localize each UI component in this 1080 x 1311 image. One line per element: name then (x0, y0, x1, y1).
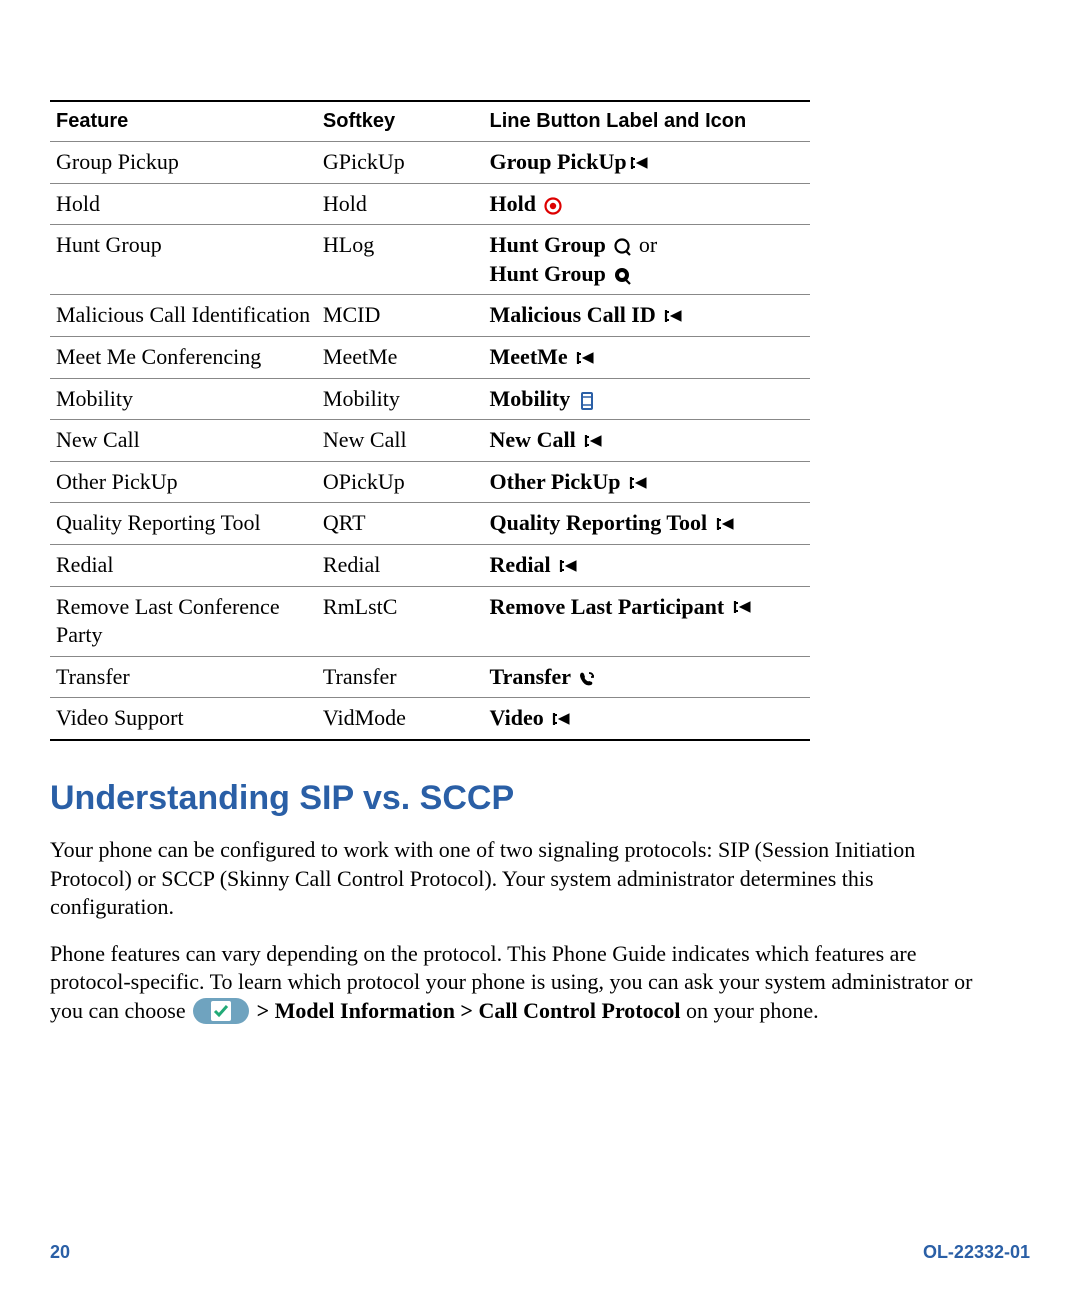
cell-feature: Remove Last Conference Party (50, 586, 317, 656)
table-row: HoldHoldHold (50, 183, 810, 225)
cell-softkey: MCID (317, 295, 484, 337)
cell-feature: Video Support (50, 698, 317, 740)
cell-softkey: New Call (317, 420, 484, 462)
paragraph-1: Your phone can be configured to work wit… (50, 836, 1000, 922)
plf-icon (730, 598, 752, 618)
cell-label: Group PickUp (484, 142, 810, 184)
page-footer: 20 OL-22332-01 (50, 1242, 1030, 1263)
col-header-feature: Feature (50, 101, 317, 142)
table-header-row: Feature Softkey Line Button Label and Ic… (50, 101, 810, 142)
table-row: Video SupportVidModeVideo (50, 698, 810, 740)
cell-label: Remove Last Participant (484, 586, 810, 656)
cell-softkey: HLog (317, 225, 484, 295)
table-row: Remove Last Conference PartyRmLstCRemove… (50, 586, 810, 656)
cell-softkey: OPickUp (317, 461, 484, 503)
plf-icon (661, 307, 683, 327)
cell-label: New Call (484, 420, 810, 462)
page: Feature Softkey Line Button Label and Ic… (0, 0, 1080, 1311)
col-header-label: Line Button Label and Icon (484, 101, 810, 142)
cell-feature: Hold (50, 183, 317, 225)
cell-feature: Quality Reporting Tool (50, 503, 317, 545)
table-row: Hunt GroupHLogHunt Group orHunt Group (50, 225, 810, 295)
cell-softkey: RmLstC (317, 586, 484, 656)
hunt-open-icon (611, 237, 633, 257)
plf-icon (627, 154, 649, 174)
cell-label: Quality Reporting Tool (484, 503, 810, 545)
cell-label: Hold (484, 183, 810, 225)
transfer-icon (576, 669, 598, 689)
cell-label: Transfer (484, 656, 810, 698)
mobility-icon (576, 391, 598, 411)
cell-feature: Mobility (50, 378, 317, 420)
p2-nav-path: > Model Information > Call Control Proto… (257, 998, 681, 1023)
table-row: Other PickUpOPickUpOther PickUp (50, 461, 810, 503)
cell-feature: Malicious Call Identification (50, 295, 317, 337)
plf-icon (626, 474, 648, 494)
cell-feature: New Call (50, 420, 317, 462)
page-number: 20 (50, 1242, 70, 1263)
table-row: Quality Reporting ToolQRTQuality Reporti… (50, 503, 810, 545)
p2-text-b: on your phone. (686, 998, 819, 1023)
cell-feature: Redial (50, 544, 317, 586)
table-row: MobilityMobilityMobility (50, 378, 810, 420)
table-row: Group PickupGPickUpGroup PickUp (50, 142, 810, 184)
hunt-filled-icon (611, 266, 633, 286)
cell-label: Video (484, 698, 810, 740)
cell-label: Redial (484, 544, 810, 586)
table-row: Meet Me ConferencingMeetMeMeetMe (50, 336, 810, 378)
table-row: Malicious Call IdentificationMCIDMalicio… (50, 295, 810, 337)
cell-label: Malicious Call ID (484, 295, 810, 337)
cell-label: Mobility (484, 378, 810, 420)
table-row: TransferTransferTransfer (50, 656, 810, 698)
cell-feature: Other PickUp (50, 461, 317, 503)
plf-icon (573, 349, 595, 369)
cell-label: Other PickUp (484, 461, 810, 503)
cell-feature: Transfer (50, 656, 317, 698)
section-heading: Understanding SIP vs. SCCP (50, 779, 1030, 818)
cell-softkey: VidMode (317, 698, 484, 740)
cell-softkey: Transfer (317, 656, 484, 698)
col-header-softkey: Softkey (317, 101, 484, 142)
cell-softkey: Redial (317, 544, 484, 586)
plf-icon (556, 557, 578, 577)
settings-button-icon (193, 998, 249, 1024)
cell-softkey: GPickUp (317, 142, 484, 184)
hold-icon (542, 196, 564, 216)
cell-softkey: MeetMe (317, 336, 484, 378)
paragraph-2: Phone features can vary depending on the… (50, 940, 1000, 1026)
cell-feature: Meet Me Conferencing (50, 336, 317, 378)
cell-softkey: Mobility (317, 378, 484, 420)
cell-label: MeetMe (484, 336, 810, 378)
plf-icon (581, 432, 603, 452)
cell-softkey: QRT (317, 503, 484, 545)
table-row: RedialRedialRedial (50, 544, 810, 586)
plf-icon (549, 710, 571, 730)
cell-feature: Group Pickup (50, 142, 317, 184)
doc-number: OL-22332-01 (923, 1242, 1030, 1263)
cell-softkey: Hold (317, 183, 484, 225)
cell-feature: Hunt Group (50, 225, 317, 295)
feature-table: Feature Softkey Line Button Label and Ic… (50, 100, 810, 741)
table-row: New CallNew CallNew Call (50, 420, 810, 462)
cell-label: Hunt Group orHunt Group (484, 225, 810, 295)
plf-icon (713, 515, 735, 535)
